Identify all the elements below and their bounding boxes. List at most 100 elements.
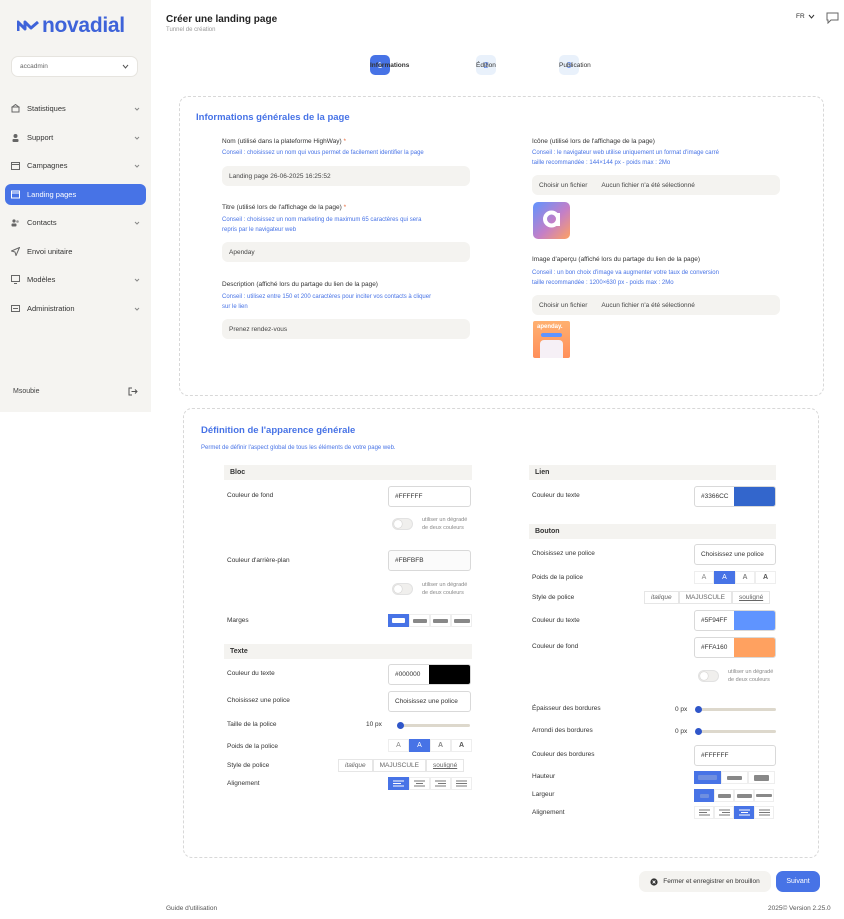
chevron-down-icon [134,161,140,170]
novadial-logo-icon [17,20,39,31]
texte-color-swatch[interactable] [429,665,470,684]
sidebar-item-envoi-unitaire[interactable]: Envoi unitaire [5,241,146,262]
bloc-back-color-input[interactable]: #FBFBFB [388,550,471,571]
logout-icon[interactable] [128,387,138,398]
sidebar-item-label: Administration [27,304,75,313]
slider-knob[interactable] [695,706,702,713]
step-publication[interactable]: 3 Publication [559,55,591,75]
name-input[interactable]: Landing page 26-06-2025 16:25:52 [222,166,470,186]
app-logo-icon [543,210,560,228]
icon-file-input[interactable]: Choisir un fichier Aucun fichier n'a été… [532,175,780,195]
sidebar-item-modeles[interactable]: Modèles [5,269,146,290]
bouton-border-color-input[interactable]: #FFFFFF [694,745,776,766]
bouton-weight-selector: A A A A [694,571,776,584]
preview-file-input[interactable]: Choisir un fichier Aucun fichier n'a été… [532,295,780,315]
slider-knob[interactable] [397,722,404,729]
bloc-back-gradient-toggle[interactable] [392,583,413,595]
texte-size-label: Taille de la police [227,721,277,728]
height-option-2[interactable] [721,771,748,784]
close-save-draft-button[interactable]: Fermer et enregistrer en brouillon [639,871,771,892]
sidebar-item-statistiques[interactable]: Statistiques [5,98,146,119]
bouton-border-width-slider[interactable] [695,706,776,713]
step-informations[interactable]: 1 Informations [370,55,409,75]
language-select[interactable]: FR [796,13,815,20]
bloc-bg-color-input[interactable]: #FFFFFF [388,486,471,507]
style-underline-button[interactable]: souligné [425,759,465,772]
gradient-label: utiliser un dégradé de deux couleurs [422,516,467,532]
align-center-icon[interactable] [409,777,430,790]
bouton-bg-color-input[interactable]: #FFA160 [694,637,776,658]
account-select[interactable]: accadmin [11,56,138,77]
lien-color-input[interactable]: #3366CC [694,486,776,507]
sidebar-item-administration[interactable]: Administration [5,298,146,319]
align-justify-icon[interactable] [754,806,774,819]
align-justify-icon[interactable] [451,777,472,790]
texte-font-label: Choisissez une police [227,697,290,704]
weight-option-light[interactable]: A [388,739,409,752]
weight-option-medium[interactable]: A [735,571,755,584]
bouton-bg-label: Couleur de fond [532,643,579,650]
sidebar-item-label: Envoi unitaire [27,247,73,256]
align-right-icon[interactable] [714,806,734,819]
texte-font-select[interactable]: Choisissez une police [388,691,471,712]
texte-color-input[interactable]: #000000 [388,664,471,685]
height-option-1[interactable] [694,771,721,784]
weight-option-regular[interactable]: A [409,739,430,752]
weight-option-light[interactable]: A [694,571,714,584]
title-hint-1: Conseil : choisissez un nom marketing de… [222,217,422,223]
next-button[interactable]: Suivant [776,871,820,892]
width-option-3[interactable] [734,789,754,802]
user-guide-link[interactable]: Guide d'utilisation [166,905,217,912]
brand-logo[interactable]: novadial [17,14,125,38]
style-underline-button[interactable]: souligné [731,591,771,604]
home-icon [11,104,20,113]
weight-option-bold[interactable]: A [451,739,472,752]
sidebar-item-landing-pages[interactable]: Landing pages [5,184,146,205]
weight-option-medium[interactable]: A [430,739,451,752]
weight-option-regular[interactable]: A [714,571,735,584]
sidebar-item-campagnes[interactable]: Campagnes [5,155,146,176]
margin-option-3[interactable] [430,614,451,627]
height-option-3[interactable] [748,771,775,784]
bouton-gradient-toggle[interactable] [698,670,719,682]
margin-option-2[interactable] [409,614,430,627]
align-center-icon[interactable] [734,806,754,819]
choose-file-button[interactable]: Choisir un fichier [539,302,587,309]
style-italic-button[interactable]: italique [644,591,679,604]
texte-size-slider[interactable] [397,722,470,729]
contacts-icon [11,218,20,227]
title-input[interactable]: Apenday [222,242,470,262]
bloc-gradient-toggle[interactable] [392,518,413,530]
step-edition[interactable]: 2 Édition [476,55,496,75]
width-option-1[interactable] [694,789,714,802]
align-right-icon[interactable] [430,777,451,790]
sidebar-item-support[interactable]: Support [5,127,146,148]
width-option-4[interactable] [754,789,774,802]
align-left-icon[interactable] [388,777,409,790]
preview-label: Image d'aperçu (affiché lors du partage … [532,256,701,263]
style-uppercase-button[interactable]: MAJUSCULE [678,591,732,604]
description-input[interactable]: Prenez rendez-vous [222,319,470,339]
style-uppercase-button[interactable]: MAJUSCULE [372,759,426,772]
title-hint-2: repris par le navigateur web [222,227,297,233]
align-left-icon[interactable] [694,806,714,819]
sidebar-item-contacts[interactable]: Contacts [5,212,146,233]
margin-option-4[interactable] [451,614,472,627]
title-label: Titre (utilisé lors de l'affichage de la… [222,204,346,211]
chat-icon[interactable] [826,12,839,26]
margin-option-1[interactable] [388,614,409,627]
lien-color-swatch[interactable] [734,487,775,506]
bouton-text-color-swatch[interactable] [734,611,775,630]
choose-file-button[interactable]: Choisir un fichier [539,182,587,189]
width-option-2[interactable] [714,789,734,802]
style-italic-button[interactable]: italique [338,759,373,772]
icon-hint-2: taille recommandée : 144×144 px - poids … [532,160,671,166]
bouton-text-color-input[interactable]: #5F94FF [694,610,776,631]
sidebar-item-label: Landing pages [27,190,77,199]
weight-option-bold[interactable]: A [755,571,776,584]
slider-knob[interactable] [695,728,702,735]
bouton-font-select[interactable]: Choisissez une police [694,544,776,565]
bouton-radius-slider[interactable] [695,728,776,735]
bouton-bg-color-swatch[interactable] [734,638,775,657]
send-icon [11,247,20,256]
